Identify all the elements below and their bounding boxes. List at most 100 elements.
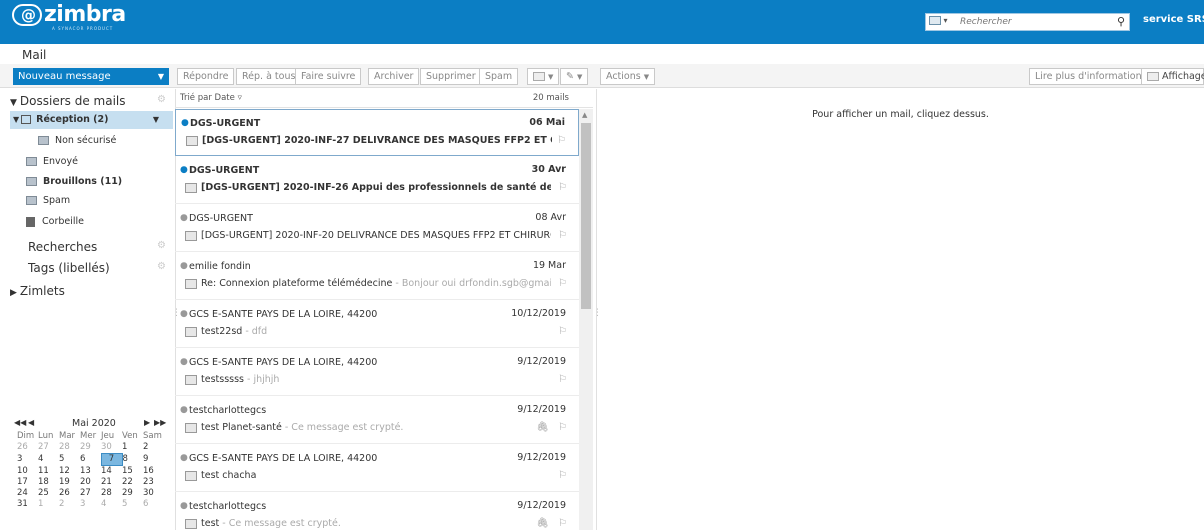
tab-mail[interactable]: Mail xyxy=(14,47,55,64)
calendar-day[interactable]: 4 xyxy=(101,499,122,510)
message-row[interactable]: ● testcharlottegcs 9/12/2019 test Planet-sa… xyxy=(175,397,579,444)
status-dot-icon[interactable]: ● xyxy=(180,501,188,511)
calendar-day[interactable]: 2 xyxy=(59,499,80,510)
flag-icon[interactable]: ⚐ xyxy=(557,135,566,146)
gear-icon[interactable]: ⚙ xyxy=(157,261,166,272)
status-dot-icon[interactable]: ● xyxy=(180,213,188,223)
triangle-down-icon[interactable]: ▼ xyxy=(10,98,17,108)
calendar-day[interactable]: 23 xyxy=(143,477,164,488)
calendar-day[interactable]: 13 xyxy=(80,466,101,478)
message-row[interactable]: ● DGS-URGENT 06 Mai [DGS-URGENT] 2020-INF-2… xyxy=(175,109,579,156)
calendar-day[interactable]: 1 xyxy=(38,499,59,510)
calendar-day[interactable]: 10 xyxy=(17,466,38,478)
status-dot-icon[interactable]: ● xyxy=(180,453,188,463)
chevron-down-icon[interactable]: ▼ xyxy=(158,68,164,85)
calendar-day[interactable]: 14 xyxy=(101,466,122,478)
flag-icon[interactable]: ⚐ xyxy=(558,374,567,385)
tab-tasks[interactable]: Tâches xyxy=(210,47,267,64)
calendar-day[interactable]: 29 xyxy=(122,488,143,499)
scrollbar-thumb[interactable] xyxy=(581,123,591,309)
searches-header[interactable]: Recherches xyxy=(28,240,97,254)
flag-icon[interactable]: ⚐ xyxy=(558,326,567,337)
reply-all-button[interactable]: Rép. à tous xyxy=(236,68,302,85)
calendar-day[interactable]: 29 xyxy=(80,442,101,454)
calendar-day[interactable]: 15 xyxy=(122,466,143,478)
prev-year-icon[interactable]: ◀◀ xyxy=(14,418,26,427)
flag-icon[interactable]: ⚐ xyxy=(558,182,567,193)
calendar-day[interactable]: 31 xyxy=(17,499,38,510)
mail-folders-header[interactable]: ▼ Dossiers de mails xyxy=(10,94,126,108)
status-dot-icon[interactable]: ● xyxy=(180,309,188,319)
zimbra-logo[interactable]: @ zimbra A SYNACOR PRODUCT xyxy=(12,4,126,31)
flag-icon[interactable]: ⚐ xyxy=(558,230,567,241)
message-row[interactable]: ● GCS E-SANTE PAYS DE LA LOIRE, 44200 9/12… xyxy=(175,349,579,396)
calendar-day[interactable]: 26 xyxy=(17,442,38,454)
calendar-day[interactable]: 30 xyxy=(101,442,122,454)
flag-icon[interactable]: ⚐ xyxy=(558,422,567,433)
calendar-day[interactable]: 20 xyxy=(80,477,101,488)
refresh-icon[interactable]: ↻ xyxy=(1188,45,1199,60)
prev-month-icon[interactable]: ◀ xyxy=(28,418,34,427)
calendar-day[interactable]: 8 xyxy=(122,454,143,466)
folder-inbox[interactable]: ▼ Réception (2) ▼ xyxy=(10,111,173,129)
scroll-up-icon[interactable]: ▲ xyxy=(582,111,587,119)
status-dot-icon[interactable]: ● xyxy=(180,165,188,175)
zimlets-header[interactable]: ▶ Zimlets xyxy=(10,284,65,298)
tab-calendar[interactable]: Calendrier xyxy=(133,47,211,64)
calendar-day[interactable]: 27 xyxy=(38,442,59,454)
gear-icon[interactable]: ⚙ xyxy=(157,240,166,251)
calendar-day[interactable]: 16 xyxy=(143,466,164,478)
calendar-day[interactable]: 9 xyxy=(143,454,164,466)
actions-button[interactable]: Actions ▼ xyxy=(600,68,656,85)
calendar-day[interactable]: 6 xyxy=(80,454,101,466)
next-year-icon[interactable]: ▶▶ xyxy=(154,418,166,427)
status-dot-icon[interactable]: ● xyxy=(181,118,189,128)
calendar-day[interactable]: 21 xyxy=(101,477,122,488)
message-row[interactable]: ● testcharlottegcs 9/12/2019 test - Ce mess… xyxy=(175,493,579,530)
sort-by-date[interactable]: Trié par Date ▿ xyxy=(180,89,242,108)
tags-header[interactable]: Tags (libellés) xyxy=(28,261,110,275)
calendar-day[interactable]: 1 xyxy=(122,442,143,454)
triangle-right-icon[interactable]: ▶ xyxy=(10,288,17,298)
message-row[interactable]: ● GCS E-SANTE PAYS DE LA LOIRE, 44200 10/1… xyxy=(175,301,579,348)
calendar-day[interactable]: 5 xyxy=(59,454,80,466)
forward-button[interactable]: Faire suivre xyxy=(295,68,362,85)
folder-sent[interactable]: Envoyé xyxy=(26,153,78,171)
calendar-day[interactable]: 6 xyxy=(143,499,164,510)
calendar-day[interactable]: 27 xyxy=(80,488,101,499)
spam-button[interactable]: Spam xyxy=(479,68,519,85)
calendar-day[interactable]: 12 xyxy=(59,466,80,478)
scrollbar[interactable]: ▲ xyxy=(579,109,593,530)
calendar-day[interactable]: 26 xyxy=(59,488,80,499)
calendar-day[interactable]: 11 xyxy=(38,466,59,478)
chevron-down-icon[interactable]: ▼ xyxy=(153,111,159,129)
next-month-icon[interactable]: ▶ xyxy=(144,418,150,427)
archive-button[interactable]: Archiver xyxy=(368,68,420,85)
tab-preferences[interactable]: Préférences xyxy=(383,47,470,64)
calendar-day[interactable]: 5 xyxy=(122,499,143,510)
message-row[interactable]: ● DGS-URGENT 08 Avr [DGS-URGENT] 2020-INF-2… xyxy=(175,205,579,252)
message-row[interactable]: ● GCS E-SANTE PAYS DE LA LOIRE, 44200 9/12… xyxy=(175,445,579,492)
triangle-down-icon[interactable]: ▼ xyxy=(13,115,19,124)
calendar-day[interactable]: 18 xyxy=(38,477,59,488)
read-more-button[interactable]: Lire plus d'informations xyxy=(1029,68,1153,85)
calendar-day[interactable]: 22 xyxy=(122,477,143,488)
calendar-day[interactable]: 19 xyxy=(59,477,80,488)
user-menu[interactable]: service SRSE ▾ xyxy=(1143,14,1204,25)
calendar-day[interactable]: 30 xyxy=(143,488,164,499)
folder-unsecured[interactable]: Non sécurisé xyxy=(38,132,116,150)
gear-icon[interactable]: ⚙ xyxy=(157,94,166,105)
message-row[interactable]: ● emilie fondin 19 Mar Re: Connexion platef… xyxy=(175,253,579,300)
status-dot-icon[interactable]: ● xyxy=(180,357,188,367)
folder-drafts[interactable]: Brouillons (11) xyxy=(26,173,122,191)
search-icon[interactable]: ⚲ xyxy=(1117,15,1125,28)
calendar-day[interactable]: 24 xyxy=(17,488,38,499)
flag-icon[interactable]: ⚐ xyxy=(558,518,567,529)
search-scope-dropdown[interactable]: ▾ xyxy=(929,16,957,28)
calendar-day[interactable]: 17 xyxy=(17,477,38,488)
search-input[interactable] xyxy=(960,15,1105,29)
flag-icon[interactable]: ⚐ xyxy=(558,278,567,289)
print-button[interactable]: ▼ xyxy=(527,68,560,85)
calendar-day[interactable]: 3 xyxy=(17,454,38,466)
message-row[interactable]: ● DGS-URGENT 30 Avr [DGS-URGENT] 2020-INF-2… xyxy=(175,157,579,204)
